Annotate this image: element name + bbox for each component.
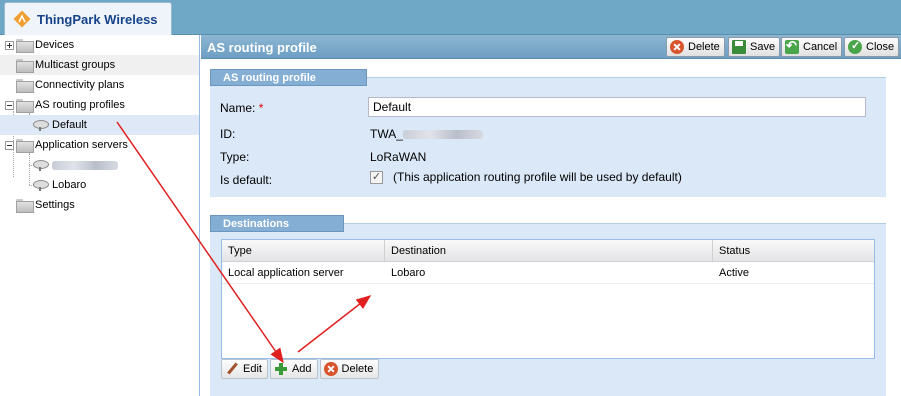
add-icon — [274, 362, 288, 376]
name-label: Name: * — [220, 101, 263, 115]
tree-item-default[interactable]: Default — [0, 115, 199, 135]
main-panel: AS routing profile Delete Save Cancel Cl… — [201, 35, 901, 396]
id-label: ID: — [220, 127, 236, 141]
destinations-grid: Type Destination Status Local applicatio… — [221, 239, 875, 359]
tree-item-settings[interactable]: Settings — [0, 195, 199, 215]
tree-item-redacted-server[interactable] — [0, 155, 199, 175]
top-bar: ThingPark Wireless — [0, 0, 901, 35]
collapse-icon[interactable] — [5, 140, 14, 150]
server-icon — [32, 159, 49, 171]
delete-label: Delete — [341, 363, 374, 375]
panel-title: AS routing profile — [207, 40, 317, 55]
undo-icon — [785, 38, 799, 54]
tree-item-label: Devices — [35, 39, 75, 51]
panel-header: AS routing profile Delete Save Cancel Cl… — [201, 35, 901, 59]
tree-item-label: Lobaro — [52, 179, 87, 191]
delete-destination-button[interactable]: Delete — [319, 359, 380, 379]
delete-button[interactable]: Delete — [666, 37, 725, 57]
type-value: LoRaWAN — [370, 150, 427, 164]
folder-open-icon — [16, 139, 34, 153]
close-label: Close — [866, 41, 895, 53]
name-label-text: Name: — [220, 101, 256, 115]
cell-status: Active — [719, 267, 749, 279]
save-button[interactable]: Save — [728, 37, 781, 57]
tree-item-label: Multicast groups — [35, 59, 116, 71]
folder-icon — [16, 79, 34, 93]
collapse-icon[interactable] — [5, 100, 14, 110]
close-button[interactable]: Close — [844, 37, 900, 57]
folder-open-icon — [16, 99, 34, 113]
cell-type: Local application server — [228, 267, 344, 279]
column-header-status[interactable]: Status — [713, 240, 874, 262]
column-header-destination[interactable]: Destination — [385, 240, 713, 262]
cancel-button[interactable]: Cancel — [781, 37, 843, 57]
save-icon — [732, 40, 746, 54]
navigation-tree: Devices Multicast groups Connectivity pl… — [0, 35, 200, 396]
folder-icon — [16, 39, 34, 53]
tree-item-lobaro[interactable]: Lobaro — [0, 175, 199, 195]
app-title: ThingPark Wireless — [37, 11, 158, 27]
edit-label: Edit — [243, 363, 262, 375]
id-value-text: TWA_ — [370, 127, 403, 141]
grid-toolbar: Edit Add Delete — [221, 359, 381, 379]
server-icon — [32, 119, 49, 131]
tree-item-connectivity-plans[interactable]: Connectivity plans — [0, 75, 199, 95]
app-tab[interactable]: ThingPark Wireless — [4, 2, 172, 35]
folder-icon — [16, 59, 34, 73]
add-label: Add — [291, 363, 312, 375]
tree-item-devices[interactable]: Devices — [0, 35, 199, 55]
tree-item-label: AS routing profiles — [35, 99, 125, 111]
is-default-checkbox[interactable]: ✓ — [370, 171, 383, 184]
cancel-label: Cancel — [803, 41, 838, 53]
tree-item-label: Connectivity plans — [35, 79, 125, 91]
delete-label: Delete — [688, 41, 720, 53]
tree-item-application-servers[interactable]: Application servers — [0, 135, 199, 155]
profile-legend: AS routing profile — [210, 69, 367, 86]
server-icon — [32, 179, 49, 191]
delete-icon — [670, 40, 684, 54]
tree-item-as-routing-profiles[interactable]: AS routing profiles — [0, 95, 199, 115]
redacted-label — [52, 159, 118, 171]
destinations-legend: Destinations — [210, 215, 344, 232]
thingpark-logo-icon — [13, 10, 31, 28]
tree-item-label: Settings — [35, 199, 75, 211]
edit-button[interactable]: Edit — [221, 359, 268, 379]
required-mark: * — [258, 101, 264, 115]
is-default-description: (This application routing profile will b… — [393, 170, 682, 184]
add-button[interactable]: Add — [269, 359, 318, 379]
is-default-label: Is default: — [220, 173, 273, 187]
table-row[interactable]: Local application server Lobaro Active — [222, 263, 874, 284]
tree-item-multicast-groups[interactable]: Multicast groups — [0, 55, 199, 75]
column-header-type[interactable]: Type — [222, 240, 385, 262]
tree-item-label: Default — [52, 119, 87, 131]
cell-destination: Lobaro — [391, 267, 426, 279]
id-value: TWA_ — [370, 127, 483, 141]
close-icon — [848, 39, 862, 54]
tree-item-label: Application servers — [35, 139, 128, 151]
grid-header: Type Destination Status — [222, 240, 874, 262]
delete-icon — [323, 362, 338, 376]
name-input[interactable] — [368, 97, 866, 117]
edit-icon — [225, 362, 239, 376]
expand-icon[interactable] — [5, 40, 14, 50]
folder-icon — [16, 199, 34, 213]
save-label: Save — [750, 41, 776, 53]
type-label: Type: — [220, 150, 250, 164]
